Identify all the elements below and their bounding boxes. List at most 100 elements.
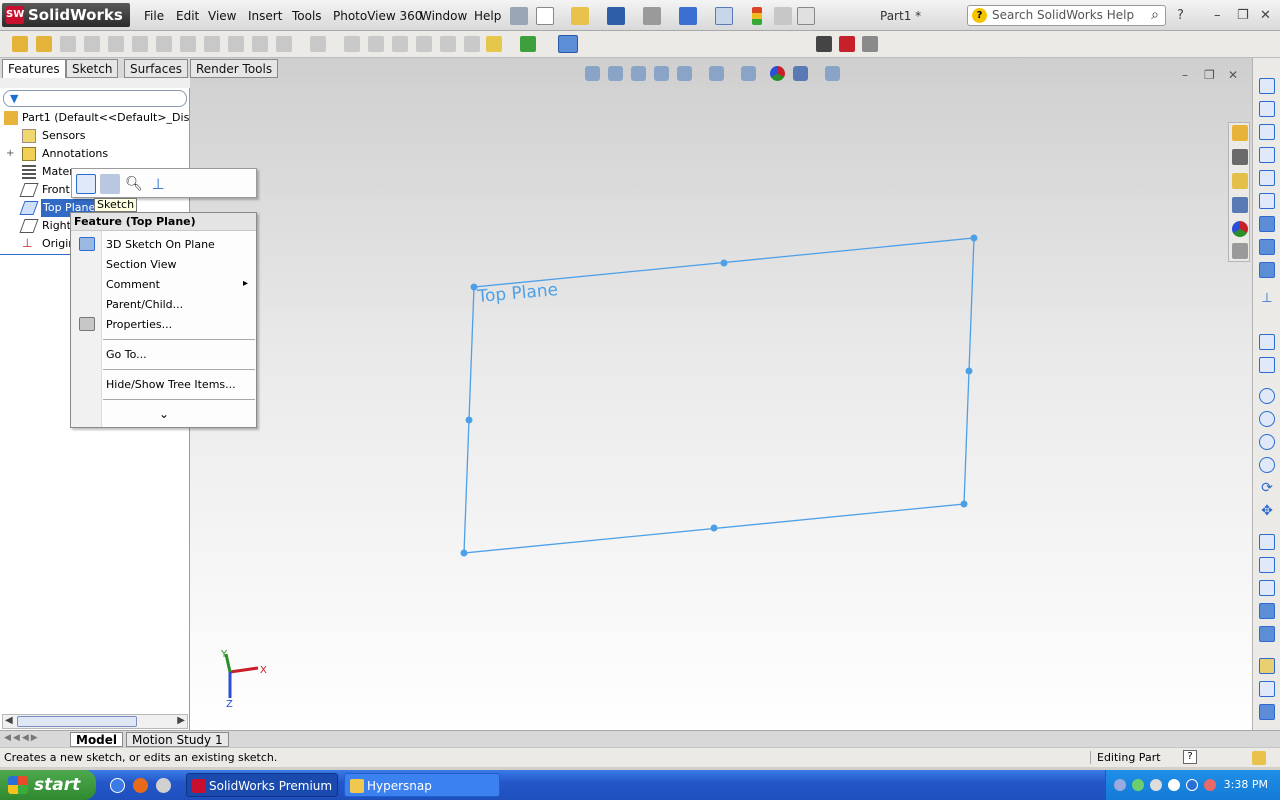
curvature-icon[interactable] xyxy=(1259,681,1275,697)
solidworks-resources-icon[interactable] xyxy=(1232,125,1248,141)
tab-motion-study[interactable]: Motion Study 1 xyxy=(126,732,229,747)
minimize-icon[interactable]: – xyxy=(1214,8,1221,23)
scroll-right-icon[interactable]: ▶ xyxy=(177,715,185,726)
media-player-icon[interactable] xyxy=(156,778,171,793)
taskbar-item-solidworks[interactable]: SolidWorks Premium 2... xyxy=(186,773,338,797)
tab-surfaces[interactable]: Surfaces xyxy=(124,59,188,78)
trimetric-view-icon[interactable] xyxy=(1259,239,1275,255)
view-palette-icon[interactable] xyxy=(1232,197,1248,213)
close-icon[interactable]: ✕ xyxy=(1260,8,1271,23)
measure-icon[interactable] xyxy=(1259,334,1275,350)
menu-window[interactable]: Window xyxy=(420,9,467,23)
menu-help[interactable]: Help xyxy=(474,9,501,23)
expand-icon[interactable]: + xyxy=(6,145,14,163)
boundary-cut-icon[interactable] xyxy=(252,36,268,52)
perspective-icon[interactable] xyxy=(1259,704,1275,720)
custom-properties-icon[interactable] xyxy=(1232,243,1248,259)
menu-tools[interactable]: Tools xyxy=(292,9,322,23)
zoom-to-selection-icon[interactable]: 🔍︎ xyxy=(124,174,144,194)
reference-geometry-icon[interactable] xyxy=(486,36,502,52)
scroll-left-icon[interactable]: ◀ xyxy=(5,715,13,726)
top-view-icon[interactable] xyxy=(1259,170,1275,186)
fillet-icon[interactable] xyxy=(276,36,292,52)
hidden-lines-visible-icon[interactable] xyxy=(1259,557,1275,573)
scroll-thumb[interactable] xyxy=(17,716,137,727)
firefox-icon[interactable] xyxy=(133,778,148,793)
plane-handle[interactable] xyxy=(965,367,973,375)
new-document-icon[interactable] xyxy=(536,7,554,25)
hidden-lines-removed-icon[interactable] xyxy=(1259,580,1275,596)
zoom-selection-icon[interactable] xyxy=(1259,457,1275,473)
sketch-icon[interactable] xyxy=(76,174,96,194)
normal-to-icon[interactable]: ⊥ xyxy=(1259,291,1275,307)
camera-icon[interactable] xyxy=(816,36,832,52)
tree-horizontal-scrollbar[interactable]: ◀ ▶ xyxy=(2,714,188,729)
zoom-fit-icon[interactable] xyxy=(1259,388,1275,404)
tree-item-annotations[interactable]: + Annotations xyxy=(0,145,190,163)
lofted-boss-icon[interactable] xyxy=(84,36,100,52)
tab-features[interactable]: Features xyxy=(2,59,66,78)
tab-scroll-arrows-icon[interactable]: ◀◀◀▶ xyxy=(4,733,40,743)
tab-model[interactable]: Model xyxy=(70,732,124,747)
options-icon[interactable] xyxy=(797,7,815,25)
volume-icon[interactable] xyxy=(1204,779,1216,791)
shell-icon[interactable] xyxy=(392,36,408,52)
open-folder-icon[interactable] xyxy=(571,7,589,25)
dimetric-view-icon[interactable] xyxy=(1259,262,1275,278)
lofted-cut-icon[interactable] xyxy=(228,36,244,52)
appearances-icon[interactable] xyxy=(1232,221,1248,237)
isometric-view-icon[interactable] xyxy=(1259,216,1275,232)
bluetooth-icon[interactable] xyxy=(1186,779,1198,791)
render-icon[interactable] xyxy=(839,36,855,52)
menu-item-comment[interactable]: Comment xyxy=(106,278,160,291)
section-icon[interactable] xyxy=(1259,658,1275,674)
draft-icon[interactable] xyxy=(368,36,384,52)
menu-insert[interactable]: Insert xyxy=(248,9,282,23)
plane-handle[interactable] xyxy=(970,234,978,242)
hole-wizard-icon[interactable] xyxy=(156,36,172,52)
safely-remove-icon[interactable] xyxy=(1150,779,1162,791)
shaded-icon[interactable] xyxy=(1259,626,1275,642)
wireframe-icon[interactable] xyxy=(1259,534,1275,550)
solidworks-logo[interactable]: SW SolidWorks xyxy=(2,3,130,27)
mirror-icon[interactable] xyxy=(464,36,480,52)
pan-icon[interactable]: ✥ xyxy=(1259,503,1275,519)
rotate-view-icon[interactable]: ⟳ xyxy=(1259,480,1275,496)
restore-icon[interactable]: ❐ xyxy=(1237,8,1249,23)
revolved-cut-icon[interactable] xyxy=(180,36,196,52)
extruded-cut-icon[interactable] xyxy=(132,36,148,52)
menu-view[interactable]: View xyxy=(208,9,236,23)
graphics-area[interactable]: – ❐ ✕ Top Plane X Y Z xyxy=(190,58,1252,730)
zoom-in-out-icon[interactable] xyxy=(1259,434,1275,450)
mass-properties-icon[interactable] xyxy=(1259,357,1275,373)
plane-handle[interactable] xyxy=(720,259,728,267)
bottom-view-icon[interactable] xyxy=(1259,193,1275,209)
rebuild-status-icon[interactable] xyxy=(1252,751,1266,765)
menu-item-parent-child[interactable]: Parent/Child... xyxy=(106,298,183,311)
tree-filter-input[interactable]: ▼ xyxy=(3,90,187,107)
menu-item-section-view[interactable]: Section View xyxy=(106,258,176,271)
select-arrow-icon[interactable] xyxy=(715,7,733,25)
tree-root-part[interactable]: Part1 (Default<<Default>_Displa xyxy=(0,109,206,127)
status-help-icon[interactable]: ? xyxy=(1183,750,1197,764)
wrap-icon[interactable] xyxy=(416,36,432,52)
shaded-with-edges-icon[interactable] xyxy=(1259,603,1275,619)
swept-cut-icon[interactable] xyxy=(204,36,220,52)
menu-item-3d-sketch-on-plane[interactable]: 3D Sketch On Plane xyxy=(106,238,215,251)
menu-item-properties[interactable]: Properties... xyxy=(106,318,172,331)
antivirus-icon[interactable] xyxy=(1168,779,1180,791)
pin-icon[interactable] xyxy=(510,7,528,25)
design-library-icon[interactable] xyxy=(1232,149,1248,165)
right-view-icon[interactable] xyxy=(1259,147,1275,163)
normal-to-icon[interactable]: ⊥ xyxy=(148,174,168,194)
linear-pattern-icon[interactable] xyxy=(310,36,326,52)
extruded-boss-icon[interactable] xyxy=(12,36,28,52)
search-icon[interactable]: ⌕ xyxy=(1151,7,1159,23)
tree-item-sensors[interactable]: Sensors xyxy=(0,127,190,145)
menu-file[interactable]: File xyxy=(144,9,164,23)
menu-edit[interactable]: Edit xyxy=(176,9,199,23)
print-icon[interactable] xyxy=(643,7,661,25)
front-view-icon[interactable] xyxy=(1259,78,1275,94)
intersect-icon[interactable] xyxy=(440,36,456,52)
ie-icon[interactable] xyxy=(110,778,125,793)
